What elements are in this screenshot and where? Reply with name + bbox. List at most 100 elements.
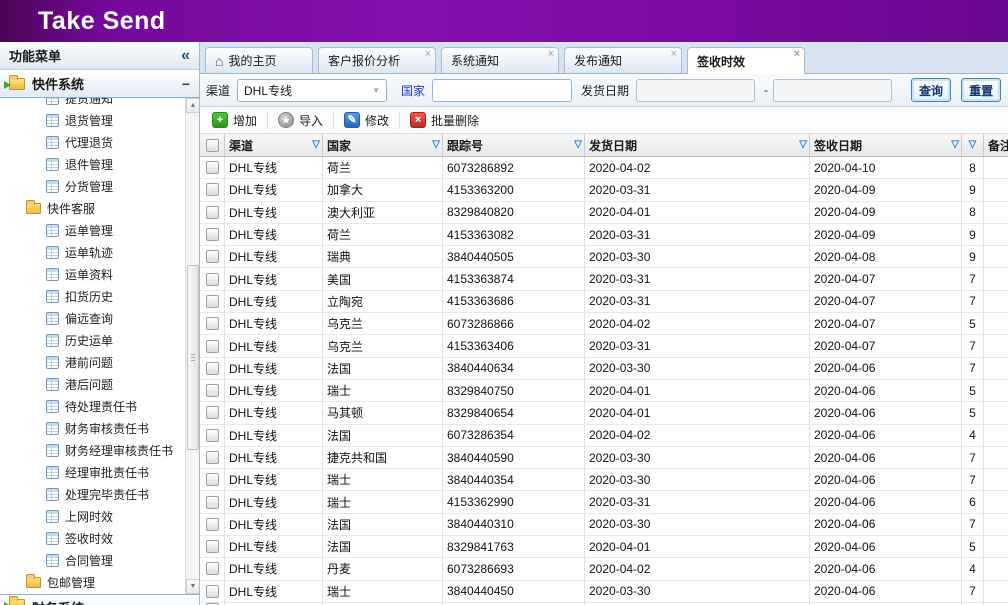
table-row[interactable]: DHL专线 乌克兰 6073286866 2020-04-02 2020-04-… — [200, 313, 1008, 335]
accordion-express-system[interactable]: 快件系统 − — [0, 70, 199, 98]
sidebar-menu-item[interactable]: 港前问题 — [0, 351, 199, 373]
sidebar-menu-item[interactable]: 分货管理 — [0, 175, 199, 197]
date-from-input[interactable] — [636, 79, 755, 102]
table-row[interactable]: DHL专线 法国 6073286354 2020-04-02 2020-04-0… — [200, 425, 1008, 447]
row-checkbox[interactable] — [206, 161, 219, 174]
sidebar-menu-item[interactable]: 合同管理 — [0, 549, 199, 571]
sidebar-menu-item[interactable]: 上网时效 — [0, 505, 199, 527]
tab-close-icon[interactable]: × — [548, 49, 554, 60]
tab-close-icon[interactable]: × — [794, 49, 800, 60]
column-header[interactable]: ▽ — [962, 134, 984, 156]
table-row[interactable]: DHL专线 法国 8329841763 2020-04-01 2020-04-0… — [200, 536, 1008, 558]
filter-icon[interactable]: ▽ — [969, 140, 977, 150]
table-row[interactable]: DHL专线 捷克共和国 3840440590 2020-03-30 2020-0… — [200, 447, 1008, 469]
sidebar-menu-item[interactable]: 签收时效 — [0, 527, 199, 549]
row-checkbox[interactable] — [206, 228, 219, 241]
sidebar-collapse-icon[interactable]: « — [181, 48, 190, 64]
row-checkbox[interactable] — [206, 585, 219, 598]
row-checkbox[interactable] — [206, 518, 219, 531]
sidebar-menu-item[interactable]: 经理审批责任书 — [0, 461, 199, 483]
row-checkbox[interactable] — [206, 273, 219, 286]
tab[interactable]: ⌂ 发布通知 × — [564, 47, 682, 73]
sidebar-menu-item[interactable]: 退货管理 — [0, 109, 199, 131]
row-checkbox[interactable] — [206, 473, 219, 486]
sidebar-menu-item[interactable]: 运单管理 — [0, 219, 199, 241]
column-header[interactable]: 备注 ▽ — [984, 134, 1008, 156]
table-row[interactable]: DHL专线 瑞士 4153362990 2020-03-31 2020-04-0… — [200, 491, 1008, 513]
table-row[interactable]: DHL专线 瑞典 3840440505 2020-03-30 2020-04-0… — [200, 246, 1008, 268]
sidebar-menu-item[interactable]: 扣货历史 — [0, 285, 199, 307]
sidebar-menu-item[interactable]: 财务经理审核责任书 — [0, 439, 199, 461]
filter-icon[interactable]: ▽ — [574, 140, 582, 150]
sidebar-menu-item[interactable]: 偏远查询 — [0, 307, 199, 329]
filter-icon[interactable]: ▽ — [312, 140, 320, 150]
row-checkbox[interactable] — [206, 406, 219, 419]
table-row[interactable]: DHL专线 澳大利亚 8329840820 2020-04-01 2020-04… — [200, 202, 1008, 224]
table-row[interactable]: DHL专线 加拿大 4153363200 2020-03-31 2020-04-… — [200, 179, 1008, 201]
filter-icon[interactable]: ▽ — [432, 140, 440, 150]
row-checkbox[interactable] — [206, 340, 219, 353]
sidebar-menu-item[interactable]: 运单资料 — [0, 263, 199, 285]
sidebar-menu-item[interactable]: 提货通知 — [0, 98, 199, 109]
tab-close-icon[interactable]: × — [671, 49, 677, 60]
reset-button[interactable]: 重置 — [961, 78, 1001, 102]
sidebar-menu-item[interactable]: 包邮管理 — [0, 571, 199, 593]
column-header[interactable]: 签收日期 ▽ — [810, 134, 962, 156]
column-header[interactable]: 渠道 ▽ — [225, 134, 323, 156]
sidebar-menu-item[interactable]: 待处理责任书 — [0, 395, 199, 417]
filter-icon[interactable]: ▽ — [951, 140, 959, 150]
row-checkbox[interactable] — [206, 384, 219, 397]
tab[interactable]: ⌂ 客户报价分析 × — [318, 47, 436, 73]
batch-delete-button[interactable]: × 批量删除 — [404, 110, 485, 131]
row-checkbox[interactable] — [206, 206, 219, 219]
table-row[interactable]: DHL专线 瑞士 3840440450 2020-03-30 2020-04-0… — [200, 581, 1008, 603]
sidebar-menu-item[interactable]: 代理退货 — [0, 131, 199, 153]
table-row[interactable]: DHL专线 荷兰 4153363082 2020-03-31 2020-04-0… — [200, 224, 1008, 246]
sidebar-menu-item[interactable]: 运单轨迹 — [0, 241, 199, 263]
column-header[interactable]: 国家 ▽ — [323, 134, 443, 156]
row-checkbox[interactable] — [206, 317, 219, 330]
table-row[interactable]: DHL专线 瑞士 3840440354 2020-03-30 2020-04-0… — [200, 469, 1008, 491]
row-checkbox[interactable] — [206, 496, 219, 509]
row-checkbox[interactable] — [206, 562, 219, 575]
row-checkbox[interactable] — [206, 540, 219, 553]
scroll-up-icon[interactable]: ▲ — [186, 98, 199, 113]
table-row[interactable]: DHL专线 马其顿 8329840654 2020-04-01 2020-04-… — [200, 402, 1008, 424]
table-row[interactable]: DHL专线 美国 4153363874 2020-03-31 2020-04-0… — [200, 268, 1008, 290]
import-button[interactable]: ★ 导入 — [272, 110, 329, 131]
scroll-down-icon[interactable]: ▼ — [186, 579, 199, 594]
filter-icon[interactable]: ▽ — [799, 140, 807, 150]
row-checkbox[interactable] — [206, 295, 219, 308]
edit-button[interactable]: ✎ 修改 — [338, 110, 395, 131]
row-checkbox[interactable] — [206, 362, 219, 375]
date-to-input[interactable] — [773, 79, 892, 102]
accordion-finance-system[interactable]: 财务系统 — [0, 594, 199, 605]
tab[interactable]: ⌂ 我的主页 × — [205, 47, 313, 73]
collapse-minus-icon[interactable]: − — [182, 77, 190, 91]
row-checkbox[interactable] — [206, 451, 219, 464]
column-header[interactable]: 跟踪号 ▽ — [443, 134, 585, 156]
search-button[interactable]: 查询 — [911, 78, 951, 102]
scrollbar-thumb[interactable] — [187, 265, 199, 450]
sidebar-menu-item[interactable]: 港后问题 — [0, 373, 199, 395]
column-header[interactable]: 发货日期 ▽ — [585, 134, 810, 156]
sidebar-menu-item[interactable]: 财务审核责任书 — [0, 417, 199, 439]
table-row[interactable]: DHL专线 瑞士 8329840750 2020-04-01 2020-04-0… — [200, 380, 1008, 402]
table-row[interactable]: DHL专线 丹麦 6073286693 2020-04-02 2020-04-0… — [200, 558, 1008, 580]
sidebar-menu-item[interactable]: 历史运单 — [0, 329, 199, 351]
country-input[interactable] — [432, 79, 572, 102]
tab[interactable]: ⌂ 签收时效 × — [687, 47, 805, 74]
sidebar-menu-item[interactable]: 退件管理 — [0, 153, 199, 175]
sidebar-scrollbar[interactable]: ▲ ▼ — [185, 98, 199, 594]
table-row[interactable]: DHL专线 立陶宛 4153363686 2020-03-31 2020-04-… — [200, 291, 1008, 313]
channel-select[interactable]: DHL专线 ▼ — [237, 79, 387, 102]
table-row[interactable]: DHL专线 法国 3840440310 2020-03-30 2020-04-0… — [200, 514, 1008, 536]
sidebar-menu-item[interactable]: 处理完毕责任书 — [0, 483, 199, 505]
sidebar-menu-item[interactable]: 快件客服 — [0, 197, 199, 219]
table-row[interactable]: DHL专线 法国 3840440634 2020-03-30 2020-04-0… — [200, 358, 1008, 380]
table-row[interactable]: DHL专线 乌克兰 4153363406 2020-03-31 2020-04-… — [200, 335, 1008, 357]
select-all-checkbox[interactable] — [206, 139, 219, 152]
tab[interactable]: ⌂ 系统通知 × — [441, 47, 559, 73]
table-row[interactable]: DHL专线 荷兰 6073286892 2020-04-02 2020-04-1… — [200, 157, 1008, 179]
row-checkbox[interactable] — [206, 250, 219, 263]
